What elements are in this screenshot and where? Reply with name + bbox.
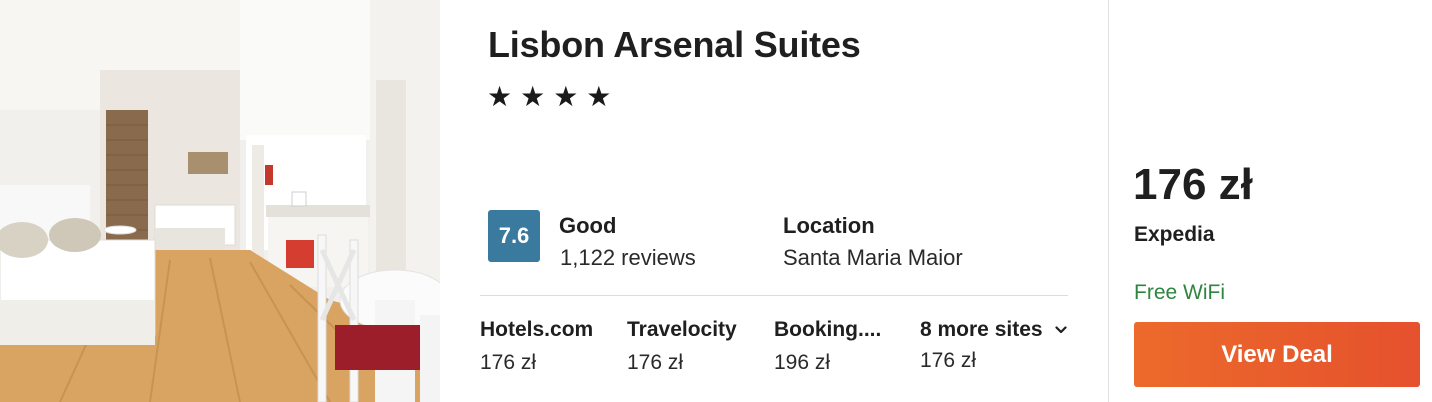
site-offer-booking[interactable]: Booking.... 196 zł — [774, 318, 914, 375]
more-sites-toggle[interactable]: 8 more sites — [920, 318, 1067, 342]
chevron-down-icon — [1054, 326, 1067, 334]
divider — [480, 295, 1068, 296]
location-label: Location — [783, 213, 875, 238]
location-value[interactable]: Santa Maria Maior — [783, 245, 963, 271]
more-sites-price-wrap: 176 zł — [920, 349, 1060, 373]
rating-label: Good — [559, 213, 617, 238]
hotel-name[interactable]: Lisbon Arsenal Suites — [488, 24, 861, 66]
hotel-photo-image — [0, 0, 440, 402]
view-deal-button[interactable]: View Deal — [1134, 322, 1420, 387]
deal-price: 176 zł — [1133, 160, 1253, 209]
score-badge: 7.6 — [488, 210, 540, 262]
column-divider — [1108, 0, 1109, 402]
star-rating-icons: ★★★★ — [487, 81, 620, 112]
site-price: 176 zł — [627, 351, 684, 374]
review-count[interactable]: 1,122 reviews — [560, 245, 696, 271]
site-name: Hotels.com — [480, 318, 594, 341]
site-price: 176 zł — [920, 349, 977, 372]
amenity-free-wifi: Free WiFi — [1134, 281, 1225, 304]
more-sites-label: 8 more sites — [920, 318, 1043, 341]
deal-provider: Expedia — [1134, 223, 1215, 246]
site-price: 196 zł — [774, 351, 831, 374]
site-offer-hotels-com[interactable]: Hotels.com 176 zł — [480, 318, 620, 375]
site-name: Booking.... — [774, 318, 882, 341]
hotel-photo[interactable] — [0, 0, 440, 402]
site-price: 176 zł — [480, 351, 537, 374]
site-name: Travelocity — [627, 318, 737, 341]
site-offer-travelocity[interactable]: Travelocity 176 zł — [627, 318, 767, 375]
